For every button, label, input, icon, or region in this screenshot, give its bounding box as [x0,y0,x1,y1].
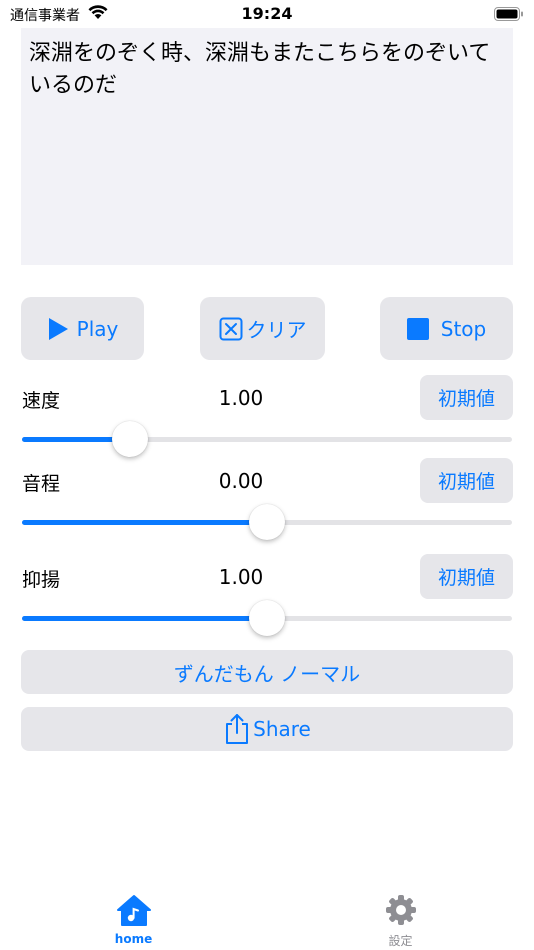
pitch-slider-thumb[interactable] [249,504,285,540]
tab-home-label: home [114,932,153,946]
voice-select-label: ずんだもん ノーマル [173,661,361,686]
pitch-slider[interactable] [22,504,512,540]
text-input-area[interactable]: 深淵をのぞく時、深淵もまたこちらをのぞいているのだ [21,28,513,265]
clear-icon [219,317,243,341]
speed-reset-button[interactable]: 初期値 [420,375,513,420]
share-button[interactable]: Share [21,707,513,751]
tab-settings[interactable]: 設定 [267,890,534,950]
intonation-reset-button[interactable]: 初期値 [420,554,513,599]
speed-value: 1.00 [218,386,264,410]
status-bar: 通信事業者 19:24 [0,0,534,28]
intonation-label: 抑揚 [22,569,61,591]
battery-icon [494,6,524,21]
tab-settings-label: 設定 [388,934,413,948]
pitch-label: 音程 [22,473,61,495]
intonation-slider[interactable] [22,600,512,636]
stop-label: Stop [440,316,487,341]
clear-label: クリア [246,318,307,342]
intonation-slider-thumb[interactable] [249,600,285,636]
play-icon [47,317,69,341]
speed-slider-thumb[interactable] [111,421,148,457]
intonation-value: 1.00 [218,565,264,589]
speed-label: 速度 [22,390,61,412]
gear-icon [385,890,417,926]
pitch-reset-button[interactable]: 初期値 [420,458,513,503]
house-icon [116,890,152,926]
share-icon [223,713,251,745]
intonation-slider-fill [22,616,267,621]
play-label: Play [76,316,119,341]
speed-slider[interactable] [22,421,512,457]
tab-home[interactable]: home [0,890,267,950]
stop-icon [406,317,429,340]
pitch-slider-fill [22,520,267,525]
status-time: 19:24 [241,4,293,23]
clear-button[interactable]: クリア [200,297,325,360]
voice-select-button[interactable]: ずんだもん ノーマル [21,650,513,694]
stop-button[interactable]: Stop [380,297,513,360]
play-button[interactable]: Play [21,297,144,360]
pitch-value: 0.00 [218,469,264,493]
share-label: Share [253,717,311,741]
